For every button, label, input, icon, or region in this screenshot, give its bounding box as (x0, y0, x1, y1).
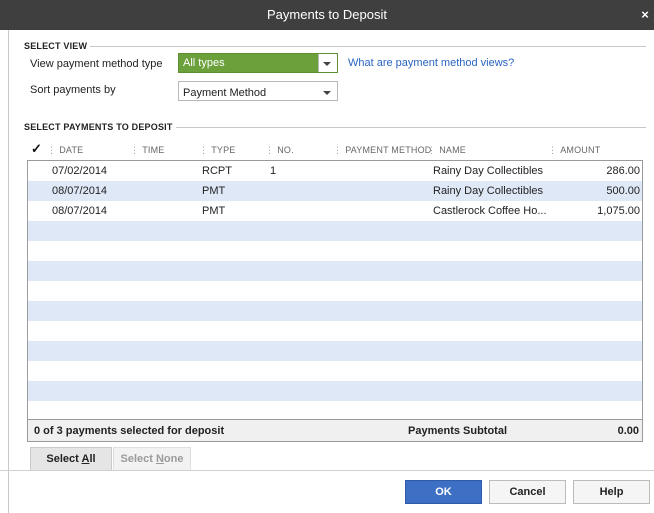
col-header-type-label: TYPE (211, 145, 236, 155)
cell-amount: 286.00 (606, 165, 640, 177)
payment-method-type-label: View payment method type (30, 58, 163, 70)
payment-method-views-link[interactable]: What are payment method views? (348, 57, 514, 69)
col-header-name-label: NAME (439, 145, 467, 155)
select-column-checkmark-icon[interactable]: ✓ (31, 141, 42, 157)
empty-row (28, 321, 642, 341)
ok-button[interactable]: OK (405, 480, 482, 504)
chevron-down-icon (323, 91, 331, 95)
select-view-header: SELECT VIEW (24, 41, 88, 51)
col-header-payment-method[interactable]: ⋮ PAYMENT METHOD (333, 145, 432, 156)
empty-row (28, 261, 642, 281)
empty-row (28, 401, 642, 419)
cell-name: Castlerock Coffee Ho... (433, 205, 547, 217)
cell-date: 08/07/2014 (52, 185, 108, 197)
select-all-button[interactable]: Select All (30, 447, 112, 471)
empty-row (28, 341, 642, 361)
payments-to-deposit-window: Payments to Deposit × SELECT VIEW View p… (0, 0, 654, 513)
cell-type: PMT (202, 205, 226, 217)
window-title: Payments to Deposit (267, 7, 387, 22)
payment-method-type-dropdown[interactable]: All types (178, 53, 338, 73)
cell-amount: 1,075.00 (597, 205, 640, 217)
col-header-time-label: TIME (142, 145, 165, 155)
col-header-date-label: DATE (59, 145, 84, 155)
select-payments-divider (176, 127, 646, 128)
col-header-amount-label: AMOUNT (560, 145, 601, 155)
table-row[interactable]: 08/07/2014 PMT Rainy Day Collectibles 50… (28, 181, 642, 201)
selected-count-text: 0 of 3 payments selected for deposit (34, 425, 225, 437)
cancel-button[interactable]: Cancel (489, 480, 566, 504)
table-row[interactable]: 07/02/2014 RCPT 1 Rainy Day Collectibles… (28, 161, 642, 181)
cell-name: Rainy Day Collectibles (433, 165, 544, 177)
empty-row (28, 361, 642, 381)
select-all-label-post: ll (89, 453, 96, 465)
sort-payments-label: Sort payments by (30, 84, 116, 96)
select-payments-header: SELECT PAYMENTS TO DEPOSIT (24, 122, 173, 132)
table-footer: 0 of 3 payments selected for deposit Pay… (27, 420, 643, 442)
col-header-payment-method-label: PAYMENT METHOD (345, 145, 432, 155)
button-bar-divider (0, 470, 654, 471)
title-bar: Payments to Deposit × (0, 0, 654, 30)
payment-method-type-value: All types (183, 57, 225, 69)
cell-type: PMT (202, 185, 226, 197)
payments-subtotal-label: Payments Subtotal (408, 425, 508, 437)
col-header-no-label: NO. (277, 145, 294, 155)
empty-row (28, 381, 642, 401)
window-left-border (8, 30, 9, 513)
empty-row (28, 281, 642, 301)
cell-no: 1 (270, 165, 277, 177)
cell-date: 08/07/2014 (52, 205, 108, 217)
sort-payments-value: Payment Method (183, 87, 267, 99)
sort-payments-dropdown[interactable]: Payment Method (178, 81, 338, 101)
cell-type: RCPT (202, 165, 232, 177)
cell-date: 07/02/2014 (52, 165, 108, 177)
help-button[interactable]: Help (573, 480, 650, 504)
col-header-type[interactable]: ⋮ TYPE (199, 145, 236, 156)
col-header-name[interactable]: ⋮ NAME (427, 145, 466, 156)
select-view-divider (90, 46, 646, 47)
select-none-label-mnemonic: N (155, 453, 164, 465)
select-none-button[interactable]: Select None (113, 447, 191, 471)
payments-table: 07/02/2014 RCPT 1 Rainy Day Collectibles… (27, 160, 643, 420)
empty-row (28, 221, 642, 241)
cell-name: Rainy Day Collectibles (433, 185, 544, 197)
select-all-label-pre: Select (46, 453, 82, 465)
col-header-date[interactable]: ⋮ DATE (47, 145, 83, 156)
select-none-label-pre: Select (120, 453, 156, 465)
close-icon[interactable]: × (638, 0, 652, 30)
payments-subtotal-value: 0.00 (617, 425, 639, 437)
chevron-down-icon (323, 62, 331, 66)
select-none-label-post: one (163, 453, 184, 465)
col-header-no[interactable]: ⋮ NO. (265, 145, 294, 156)
empty-row (28, 241, 642, 261)
col-header-time[interactable]: ⋮ TIME (130, 145, 165, 156)
empty-row (28, 301, 642, 321)
table-row[interactable]: 08/07/2014 PMT Castlerock Coffee Ho... 1… (28, 201, 642, 221)
cell-amount: 500.00 (606, 185, 640, 197)
col-header-amount[interactable]: ⋮ AMOUNT (548, 145, 600, 156)
